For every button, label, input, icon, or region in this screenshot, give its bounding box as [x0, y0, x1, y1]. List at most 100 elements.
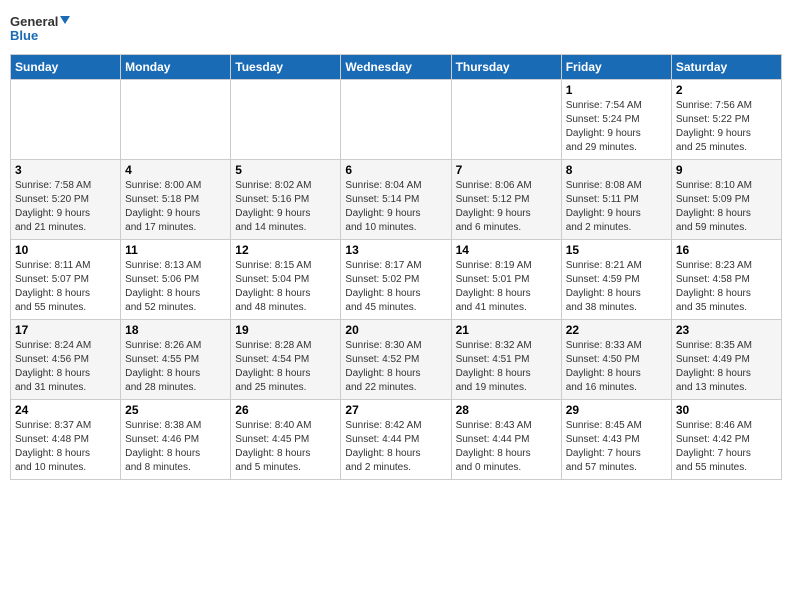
day-info: Sunrise: 8:28 AM Sunset: 4:54 PM Dayligh…	[235, 339, 336, 395]
day-info: Sunrise: 8:11 AM Sunset: 5:07 PM Dayligh…	[15, 259, 116, 315]
logo: General Blue	[10, 10, 70, 46]
day-info: Sunrise: 8:10 AM Sunset: 5:09 PM Dayligh…	[676, 179, 777, 235]
col-header-tuesday: Tuesday	[231, 55, 341, 80]
day-info: Sunrise: 8:26 AM Sunset: 4:55 PM Dayligh…	[125, 339, 226, 395]
day-number: 12	[235, 243, 336, 257]
day-info: Sunrise: 7:54 AM Sunset: 5:24 PM Dayligh…	[566, 99, 667, 155]
col-header-sunday: Sunday	[11, 55, 121, 80]
day-info: Sunrise: 8:13 AM Sunset: 5:06 PM Dayligh…	[125, 259, 226, 315]
page-header: General Blue	[10, 10, 782, 46]
calendar-week-2: 3 Sunrise: 7:58 AM Sunset: 5:20 PM Daylig…	[11, 160, 782, 240]
day-info: Sunrise: 8:33 AM Sunset: 4:50 PM Dayligh…	[566, 339, 667, 395]
day-number: 15	[566, 243, 667, 257]
calendar-cell: 24 Sunrise: 8:37 AM Sunset: 4:48 PM Dayli…	[11, 400, 121, 480]
calendar-cell: 25 Sunrise: 8:38 AM Sunset: 4:46 PM Dayli…	[121, 400, 231, 480]
day-info: Sunrise: 8:02 AM Sunset: 5:16 PM Dayligh…	[235, 179, 336, 235]
calendar-cell: 16 Sunrise: 8:23 AM Sunset: 4:58 PM Dayli…	[671, 240, 781, 320]
calendar-cell: 4 Sunrise: 8:00 AM Sunset: 5:18 PM Daylig…	[121, 160, 231, 240]
day-number: 17	[15, 323, 116, 337]
day-number: 5	[235, 163, 336, 177]
day-number: 1	[566, 83, 667, 97]
day-info: Sunrise: 8:15 AM Sunset: 5:04 PM Dayligh…	[235, 259, 336, 315]
day-number: 11	[125, 243, 226, 257]
calendar-table: SundayMondayTuesdayWednesdayThursdayFrid…	[10, 54, 782, 480]
calendar-cell: 19 Sunrise: 8:28 AM Sunset: 4:54 PM Dayli…	[231, 320, 341, 400]
day-info: Sunrise: 8:00 AM Sunset: 5:18 PM Dayligh…	[125, 179, 226, 235]
day-number: 13	[345, 243, 446, 257]
calendar-cell: 23 Sunrise: 8:35 AM Sunset: 4:49 PM Dayli…	[671, 320, 781, 400]
day-number: 18	[125, 323, 226, 337]
day-number: 16	[676, 243, 777, 257]
calendar-cell: 29 Sunrise: 8:45 AM Sunset: 4:43 PM Dayli…	[561, 400, 671, 480]
col-header-friday: Friday	[561, 55, 671, 80]
calendar-cell: 30 Sunrise: 8:46 AM Sunset: 4:42 PM Dayli…	[671, 400, 781, 480]
calendar-cell: 12 Sunrise: 8:15 AM Sunset: 5:04 PM Dayli…	[231, 240, 341, 320]
day-number: 10	[15, 243, 116, 257]
calendar-cell: 17 Sunrise: 8:24 AM Sunset: 4:56 PM Dayli…	[11, 320, 121, 400]
svg-text:Blue: Blue	[10, 28, 38, 43]
calendar-cell: 5 Sunrise: 8:02 AM Sunset: 5:16 PM Daylig…	[231, 160, 341, 240]
day-info: Sunrise: 7:58 AM Sunset: 5:20 PM Dayligh…	[15, 179, 116, 235]
calendar-cell: 27 Sunrise: 8:42 AM Sunset: 4:44 PM Dayli…	[341, 400, 451, 480]
day-number: 3	[15, 163, 116, 177]
calendar-cell: 14Sunrise: 8:19 AM Sunset: 5:01 PM Dayli…	[451, 240, 561, 320]
day-info: Sunrise: 8:17 AM Sunset: 5:02 PM Dayligh…	[345, 259, 446, 315]
day-number: 27	[345, 403, 446, 417]
calendar-cell: 28Sunrise: 8:43 AM Sunset: 4:44 PM Dayli…	[451, 400, 561, 480]
day-number: 8	[566, 163, 667, 177]
day-info: Sunrise: 8:37 AM Sunset: 4:48 PM Dayligh…	[15, 419, 116, 475]
day-number: 25	[125, 403, 226, 417]
day-number: 26	[235, 403, 336, 417]
col-header-monday: Monday	[121, 55, 231, 80]
calendar-week-1: 1 Sunrise: 7:54 AM Sunset: 5:24 PM Daylig…	[11, 80, 782, 160]
day-number: 20	[345, 323, 446, 337]
day-info: Sunrise: 8:04 AM Sunset: 5:14 PM Dayligh…	[345, 179, 446, 235]
day-number: 19	[235, 323, 336, 337]
day-number: 28	[456, 403, 557, 417]
calendar-cell: 13 Sunrise: 8:17 AM Sunset: 5:02 PM Dayli…	[341, 240, 451, 320]
day-info: Sunrise: 8:45 AM Sunset: 4:43 PM Dayligh…	[566, 419, 667, 475]
day-info: Sunrise: 8:40 AM Sunset: 4:45 PM Dayligh…	[235, 419, 336, 475]
day-number: 7	[456, 163, 557, 177]
day-number: 22	[566, 323, 667, 337]
day-info: Sunrise: 8:08 AM Sunset: 5:11 PM Dayligh…	[566, 179, 667, 235]
day-info: Sunrise: 8:35 AM Sunset: 4:49 PM Dayligh…	[676, 339, 777, 395]
calendar-cell: 20 Sunrise: 8:30 AM Sunset: 4:52 PM Dayli…	[341, 320, 451, 400]
day-number: 14	[456, 243, 557, 257]
day-number: 2	[676, 83, 777, 97]
day-number: 23	[676, 323, 777, 337]
day-number: 21	[456, 323, 557, 337]
calendar-cell: 15Sunrise: 8:21 AM Sunset: 4:59 PM Dayli…	[561, 240, 671, 320]
calendar-cell: 3 Sunrise: 7:58 AM Sunset: 5:20 PM Daylig…	[11, 160, 121, 240]
calendar-cell: 6Sunrise: 8:04 AM Sunset: 5:14 PM Daylig…	[341, 160, 451, 240]
calendar-cell	[121, 80, 231, 160]
calendar-cell: 18 Sunrise: 8:26 AM Sunset: 4:55 PM Dayli…	[121, 320, 231, 400]
col-header-thursday: Thursday	[451, 55, 561, 80]
day-info: Sunrise: 8:23 AM Sunset: 4:58 PM Dayligh…	[676, 259, 777, 315]
calendar-cell	[11, 80, 121, 160]
day-number: 9	[676, 163, 777, 177]
day-number: 29	[566, 403, 667, 417]
calendar-cell: 9 Sunrise: 8:10 AM Sunset: 5:09 PM Daylig…	[671, 160, 781, 240]
day-info: Sunrise: 8:42 AM Sunset: 4:44 PM Dayligh…	[345, 419, 446, 475]
day-info: Sunrise: 8:06 AM Sunset: 5:12 PM Dayligh…	[456, 179, 557, 235]
day-number: 30	[676, 403, 777, 417]
day-info: Sunrise: 7:56 AM Sunset: 5:22 PM Dayligh…	[676, 99, 777, 155]
day-info: Sunrise: 8:24 AM Sunset: 4:56 PM Dayligh…	[15, 339, 116, 395]
logo-svg: General Blue	[10, 10, 70, 46]
day-info: Sunrise: 8:38 AM Sunset: 4:46 PM Dayligh…	[125, 419, 226, 475]
calendar-cell: 1 Sunrise: 7:54 AM Sunset: 5:24 PM Daylig…	[561, 80, 671, 160]
day-number: 4	[125, 163, 226, 177]
day-info: Sunrise: 8:46 AM Sunset: 4:42 PM Dayligh…	[676, 419, 777, 475]
day-info: Sunrise: 8:32 AM Sunset: 4:51 PM Dayligh…	[456, 339, 557, 395]
calendar-cell: 11 Sunrise: 8:13 AM Sunset: 5:06 PM Dayli…	[121, 240, 231, 320]
calendar-cell: 7 Sunrise: 8:06 AM Sunset: 5:12 PM Daylig…	[451, 160, 561, 240]
day-info: Sunrise: 8:30 AM Sunset: 4:52 PM Dayligh…	[345, 339, 446, 395]
day-number: 24	[15, 403, 116, 417]
svg-text:General: General	[10, 14, 58, 29]
calendar-week-4: 17 Sunrise: 8:24 AM Sunset: 4:56 PM Dayli…	[11, 320, 782, 400]
col-header-wednesday: Wednesday	[341, 55, 451, 80]
calendar-cell	[231, 80, 341, 160]
calendar-cell: 10 Sunrise: 8:11 AM Sunset: 5:07 PM Dayli…	[11, 240, 121, 320]
calendar-cell	[451, 80, 561, 160]
